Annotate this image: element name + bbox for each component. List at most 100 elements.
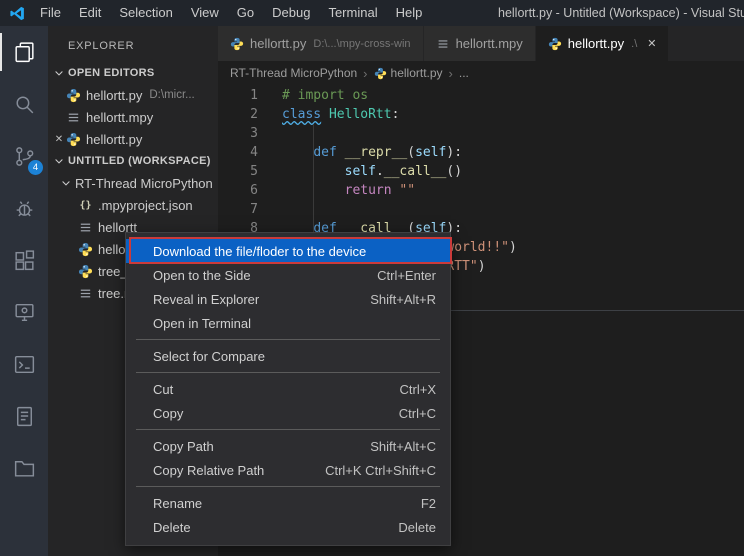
titlebar: FileEditSelectionViewGoDebugTerminalHelp… <box>0 0 744 26</box>
open-editors-header[interactable]: OPEN EDITORS <box>48 62 218 84</box>
folder-icon <box>12 456 37 481</box>
menu-item-label: Open to the Side <box>153 268 251 283</box>
terminal-icon <box>12 352 37 377</box>
menu-item-reveal-in-explorer[interactable]: Reveal in ExplorerShift+Alt+R <box>126 287 450 311</box>
code-token: ( <box>407 145 415 160</box>
menu-debug[interactable]: Debug <box>263 0 319 26</box>
line-number: 7 <box>218 200 258 219</box>
breadcrumb-item[interactable]: RT-Thread MicroPython <box>230 66 357 80</box>
menu-go[interactable]: Go <box>228 0 263 26</box>
window-title: hellortt.py - Untitled (Workspace) - Vis… <box>498 0 744 26</box>
open-editor-item[interactable]: hellortt.pyD:\micr... <box>48 84 218 106</box>
menu-item-shortcut: F2 <box>393 496 436 511</box>
activity-source-control[interactable]: 4 <box>0 130 48 182</box>
breadcrumb-separator: › <box>449 66 453 81</box>
vscode-window: FileEditSelectionViewGoDebugTerminalHelp… <box>0 0 744 556</box>
context-menu: Download the file/floder to the device Op… <box>125 232 451 546</box>
menu-item-label: Cut <box>153 382 173 397</box>
menu-file[interactable]: File <box>31 0 70 26</box>
tab-close-icon[interactable]: ✕ <box>647 37 656 50</box>
breadcrumb-item[interactable]: hellortt.py <box>391 66 443 80</box>
code-token: . <box>376 164 384 179</box>
menubar: FileEditSelectionViewGoDebugTerminalHelp <box>31 0 431 26</box>
menu-terminal[interactable]: Terminal <box>319 0 386 26</box>
tab-hellortt-py[interactable]: hellortt.py.\✕ <box>536 26 670 61</box>
activity-terminal[interactable] <box>0 338 48 390</box>
code-token <box>282 145 313 160</box>
menu-item-label: Download the file/floder to the device <box>153 244 366 259</box>
chevron-down-icon <box>53 155 65 167</box>
open-editor-item[interactable]: ✕ hellortt.py <box>48 128 218 150</box>
code-line[interactable]: 1# import os <box>218 86 744 105</box>
activity-extensions[interactable] <box>0 234 48 286</box>
menu-item-shortcut: Ctrl+C <box>371 406 436 421</box>
activity-device-monitor[interactable] <box>0 286 48 338</box>
menu-help[interactable]: Help <box>387 0 432 26</box>
activity-folder[interactable] <box>0 442 48 494</box>
open-editors-list: hellortt.pyD:\micr...hellortt.mpy ✕ hellor… <box>48 84 218 150</box>
code-line[interactable]: 7 <box>218 200 744 219</box>
menu-selection[interactable]: Selection <box>110 0 181 26</box>
code-token: __repr__ <box>345 145 408 160</box>
workspace-label: UNTITLED (WORKSPACE) <box>68 155 211 167</box>
json-file-icon: {} <box>78 198 93 213</box>
menu-item-select-for-compare[interactable]: Select for Compare <box>126 344 450 368</box>
python-file-icon <box>230 37 244 51</box>
activity-output[interactable] <box>0 390 48 442</box>
menu-item-copy[interactable]: CopyCtrl+C <box>126 401 450 425</box>
tab-label: hellortt.py <box>568 36 624 51</box>
code-line[interactable]: 3 <box>218 124 744 143</box>
python-file-icon <box>66 132 81 147</box>
menu-separator <box>136 372 440 373</box>
python-file-icon <box>548 37 562 51</box>
code-line[interactable]: 4 def __repr__(self): <box>218 143 744 162</box>
code-token: () <box>446 164 462 179</box>
menu-item-open-in-terminal[interactable]: Open in Terminal <box>126 311 450 335</box>
open-editor-name: hellortt.py <box>86 88 142 103</box>
menu-item-copy-relative-path[interactable]: Copy Relative PathCtrl+K Ctrl+Shift+C <box>126 458 450 482</box>
code-line[interactable]: 2class HelloRtt: <box>218 105 744 124</box>
code-token: # import os <box>282 88 368 103</box>
menu-item-label: Open in Terminal <box>153 316 251 331</box>
activity-run-debug[interactable] <box>0 182 48 234</box>
menu-item-label: Copy Relative Path <box>153 463 264 478</box>
mpy-file-icon <box>78 220 93 235</box>
menu-view[interactable]: View <box>182 0 228 26</box>
activity-search[interactable] <box>0 78 48 130</box>
menu-separator <box>136 339 440 340</box>
mpy-file-icon <box>78 286 93 301</box>
code-token: self <box>345 164 376 179</box>
open-editor-item[interactable]: hellortt.mpy <box>48 106 218 128</box>
code-line[interactable]: 6 return "" <box>218 181 744 200</box>
menu-item-label: Reveal in Explorer <box>153 292 259 307</box>
line-number: 3 <box>218 124 258 143</box>
folder-rt-thread-micropython[interactable]: RT-Thread MicroPython <box>48 172 218 194</box>
line-number: 5 <box>218 162 258 181</box>
menu-item-cut[interactable]: CutCtrl+X <box>126 377 450 401</box>
menu-item-open-to-the-side[interactable]: Open to the SideCtrl+Enter <box>126 263 450 287</box>
close-editor-icon[interactable]: ✕ <box>52 134 66 145</box>
folder-label: RT-Thread MicroPython <box>75 176 213 191</box>
code-token: ): <box>446 145 462 160</box>
menu-item-delete[interactable]: DeleteDelete <box>126 515 450 539</box>
line-number: 4 <box>218 143 258 162</box>
activity-explorer[interactable] <box>0 26 48 78</box>
code-token <box>321 107 329 122</box>
breadcrumb-item[interactable]: ... <box>459 66 469 80</box>
mpy-file-icon <box>66 110 81 125</box>
breadcrumb[interactable]: RT-Thread MicroPython›hellortt.py›... <box>218 61 744 85</box>
tab-hellortt-mpy[interactable]: hellortt.mpy <box>424 26 536 61</box>
code-token: class <box>282 107 321 122</box>
menu-item-rename[interactable]: RenameF2 <box>126 491 450 515</box>
explorer-title: EXPLORER <box>48 26 218 62</box>
workspace-header[interactable]: UNTITLED (WORKSPACE) <box>48 150 218 172</box>
menu-item-download-the-file-floder-to-the-device[interactable]: Download the file/floder to the device <box>126 239 450 263</box>
open-editor-name: hellortt.py <box>86 132 142 147</box>
code-line[interactable]: 5 self.__call__() <box>218 162 744 181</box>
code-token: __call__ <box>384 164 447 179</box>
line-number: 6 <box>218 181 258 200</box>
file-mpyproject-json[interactable]: {}.mpyproject.json <box>48 194 218 216</box>
menu-edit[interactable]: Edit <box>70 0 110 26</box>
menu-item-copy-path[interactable]: Copy PathShift+Alt+C <box>126 434 450 458</box>
tab-hellortt-py[interactable]: hellortt.pyD:\...\mpy-cross-win <box>218 26 424 61</box>
